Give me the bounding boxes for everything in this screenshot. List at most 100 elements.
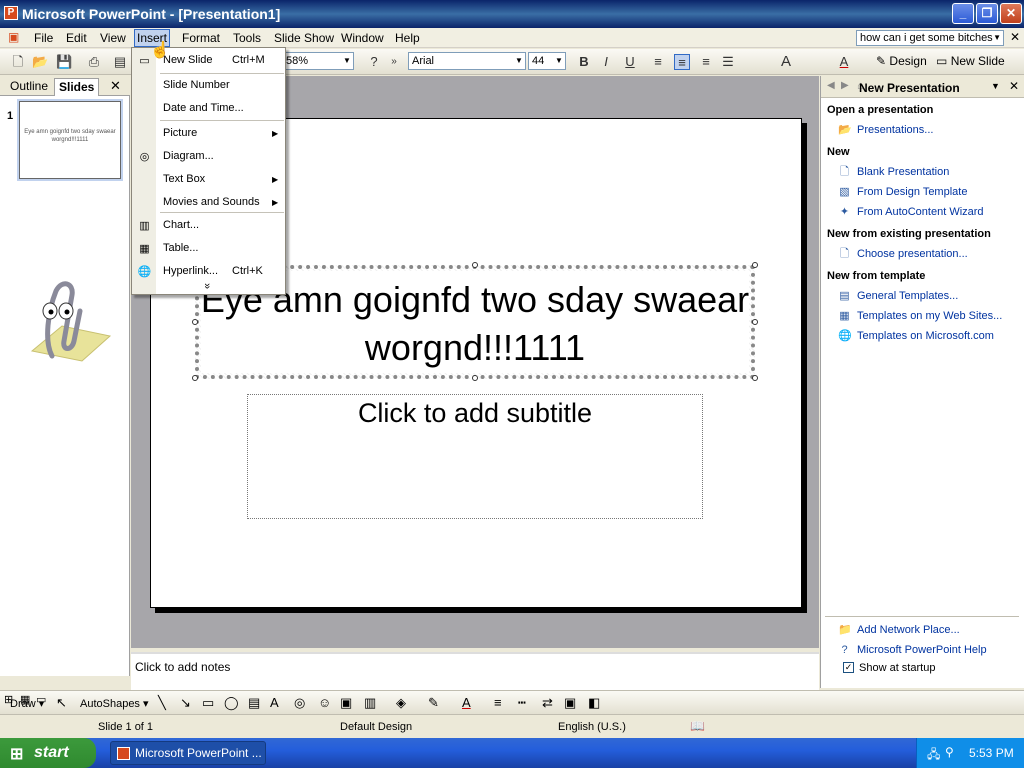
new-slide-button[interactable]: ▭ New Slide bbox=[936, 54, 1005, 68]
italic-icon[interactable]: I bbox=[598, 54, 614, 70]
align-left-icon[interactable]: ≡ bbox=[650, 54, 666, 70]
resize-handle[interactable] bbox=[472, 262, 478, 268]
font-size-select[interactable]: 44 ▼ bbox=[528, 52, 566, 70]
diagram-icon[interactable]: ◎ bbox=[294, 695, 305, 711]
office-assistant-clippy[interactable] bbox=[22, 281, 112, 366]
image-icon[interactable]: ▥ bbox=[364, 695, 376, 711]
textbox-icon[interactable]: ▤ bbox=[248, 695, 260, 711]
powerpoint-icon[interactable]: P bbox=[4, 6, 18, 20]
task-pane-link[interactable]: General Templates... bbox=[857, 290, 958, 302]
help-icon[interactable]: ? bbox=[366, 54, 382, 70]
toolbar-options-icon[interactable]: » bbox=[386, 54, 402, 70]
open-folder-icon[interactable]: 📂 bbox=[32, 54, 48, 70]
menu-view[interactable]: View bbox=[100, 31, 126, 45]
picture-icon[interactable]: ▣ bbox=[340, 695, 352, 711]
chevron-down-icon[interactable]: ▼ bbox=[341, 53, 353, 69]
menu-slide-show[interactable]: Slide Show bbox=[274, 31, 334, 45]
menu-item-picture[interactable]: Picture bbox=[163, 127, 197, 139]
chevron-down-icon[interactable]: ▼ bbox=[991, 81, 1000, 91]
menu-item-table[interactable]: Table... bbox=[163, 242, 198, 254]
tab-outline[interactable]: Outline bbox=[6, 78, 52, 96]
align-center-icon[interactable]: ≡ bbox=[674, 54, 690, 70]
line-color-icon[interactable]: ✎ bbox=[428, 695, 439, 711]
close-icon[interactable]: ✕ bbox=[1009, 79, 1019, 93]
print-icon[interactable]: ⎙ bbox=[86, 54, 102, 70]
resize-handle[interactable] bbox=[752, 319, 758, 325]
task-pane-link[interactable]: Presentations... bbox=[857, 124, 933, 136]
draw-menu-button[interactable]: Draw ▾ bbox=[10, 697, 44, 710]
menu-format[interactable]: Format bbox=[182, 31, 220, 45]
wordart-icon[interactable]: A bbox=[270, 695, 279, 710]
chevron-down-icon[interactable]: ▼ bbox=[553, 53, 565, 69]
task-pane-link[interactable]: Templates on Microsoft.com bbox=[857, 330, 994, 342]
forward-arrow-icon[interactable]: ▶ bbox=[841, 80, 849, 91]
link-powerpoint-help[interactable]: Microsoft PowerPoint Help bbox=[857, 644, 987, 656]
save-icon[interactable]: 💾 bbox=[56, 54, 72, 70]
task-pane-link[interactable]: From Design Template bbox=[857, 186, 967, 198]
tab-slides[interactable]: Slides bbox=[54, 78, 100, 96]
back-arrow-icon[interactable]: ◀ bbox=[827, 80, 835, 91]
task-pane-link[interactable]: Blank Presentation bbox=[857, 166, 949, 178]
task-pane-link[interactable]: From AutoContent Wizard bbox=[857, 206, 984, 218]
oval-icon[interactable]: ◯ bbox=[224, 695, 239, 711]
resize-handle[interactable] bbox=[192, 375, 198, 381]
maximize-button[interactable]: ❐ bbox=[976, 3, 998, 24]
ask-a-question-input[interactable]: how can i get some bitches ▼ bbox=[856, 30, 1004, 46]
menu-item-diagram[interactable]: Diagram... bbox=[163, 150, 214, 162]
menu-item-text-box[interactable]: Text Box bbox=[163, 173, 205, 185]
close-pane-icon[interactable]: ✕ bbox=[110, 78, 121, 94]
bold-icon[interactable]: B bbox=[576, 54, 592, 70]
design-button[interactable]: ✎ Design bbox=[876, 54, 927, 68]
arrow-icon[interactable]: ↘ bbox=[180, 695, 191, 711]
search-icon[interactable]: ⚲ bbox=[945, 745, 954, 759]
expand-menu-icon[interactable]: » bbox=[201, 283, 213, 289]
font-color-icon[interactable]: A bbox=[462, 695, 471, 710]
font-select[interactable]: Arial ▼ bbox=[408, 52, 526, 70]
menu-item-slide-number[interactable]: Slide Number bbox=[163, 79, 230, 91]
menu-item-new-slide[interactable]: New Slide bbox=[163, 54, 213, 66]
line-style-icon[interactable]: ≡ bbox=[494, 695, 502, 710]
zoom-select[interactable]: 58% ▼ bbox=[282, 52, 354, 70]
resize-handle[interactable] bbox=[752, 375, 758, 381]
menu-item-hyperlink[interactable]: Hyperlink... bbox=[163, 265, 218, 277]
network-icon[interactable]: 🖧 bbox=[927, 745, 940, 766]
shadow-icon[interactable]: ▣ bbox=[564, 695, 576, 711]
rectangle-icon[interactable]: ▭ bbox=[202, 695, 214, 711]
close-button[interactable]: ✕ bbox=[1000, 3, 1022, 24]
new-document-icon[interactable]: 🗋 bbox=[10, 54, 26, 70]
menu-item-date-and-time[interactable]: Date and Time... bbox=[163, 102, 244, 114]
spelling-check-icon[interactable]: 📖 bbox=[690, 719, 705, 733]
menu-edit[interactable]: Edit bbox=[66, 31, 87, 45]
link-add-network-place[interactable]: Add Network Place... bbox=[857, 624, 960, 636]
3d-style-icon[interactable]: ◧ bbox=[588, 695, 600, 711]
show-at-startup-checkbox[interactable]: ✓ bbox=[843, 662, 854, 673]
notes-pane[interactable]: Click to add notes bbox=[131, 652, 819, 690]
line-icon[interactable]: ╲ bbox=[158, 695, 166, 711]
arrow-style-icon[interactable]: ⇄ bbox=[542, 695, 553, 711]
increase-font-icon[interactable]: A bbox=[778, 54, 794, 70]
task-pane-link[interactable]: Choose presentation... bbox=[857, 248, 968, 260]
menu-window[interactable]: Window bbox=[341, 31, 384, 45]
start-button[interactable]: ⊞ start bbox=[0, 738, 96, 768]
dash-style-icon[interactable]: ┅ bbox=[518, 695, 526, 711]
fill-color-icon[interactable]: ◈ bbox=[396, 695, 406, 711]
align-right-icon[interactable]: ≡ bbox=[698, 54, 714, 70]
document-icon[interactable]: ▣ bbox=[8, 30, 19, 44]
menu-file[interactable]: File bbox=[34, 31, 53, 45]
print-preview-icon[interactable]: ▤ bbox=[112, 54, 128, 70]
close-document-icon[interactable]: ✕ bbox=[1010, 30, 1020, 44]
task-pane-link[interactable]: Templates on my Web Sites... bbox=[857, 310, 1002, 322]
resize-handle[interactable] bbox=[472, 375, 478, 381]
clipart-icon[interactable]: ☺ bbox=[318, 695, 331, 710]
resize-handle[interactable] bbox=[192, 319, 198, 325]
slide-subtitle-text[interactable]: Click to add subtitle bbox=[247, 398, 703, 429]
autoshapes-menu-button[interactable]: AutoShapes ▾ bbox=[80, 697, 149, 710]
minimize-button[interactable]: _ bbox=[952, 3, 974, 24]
menu-tools[interactable]: Tools bbox=[233, 31, 261, 45]
underline-icon[interactable]: U bbox=[622, 54, 638, 70]
menu-help[interactable]: Help bbox=[395, 31, 420, 45]
chevron-down-icon[interactable]: ▼ bbox=[513, 53, 525, 69]
chevron-down-icon[interactable]: ▼ bbox=[993, 31, 1001, 45]
menu-item-movies-and-sounds[interactable]: Movies and Sounds bbox=[163, 196, 260, 208]
slide-thumbnail[interactable]: Eye amn goignfd two sday swaear worgnd!!… bbox=[19, 101, 121, 179]
